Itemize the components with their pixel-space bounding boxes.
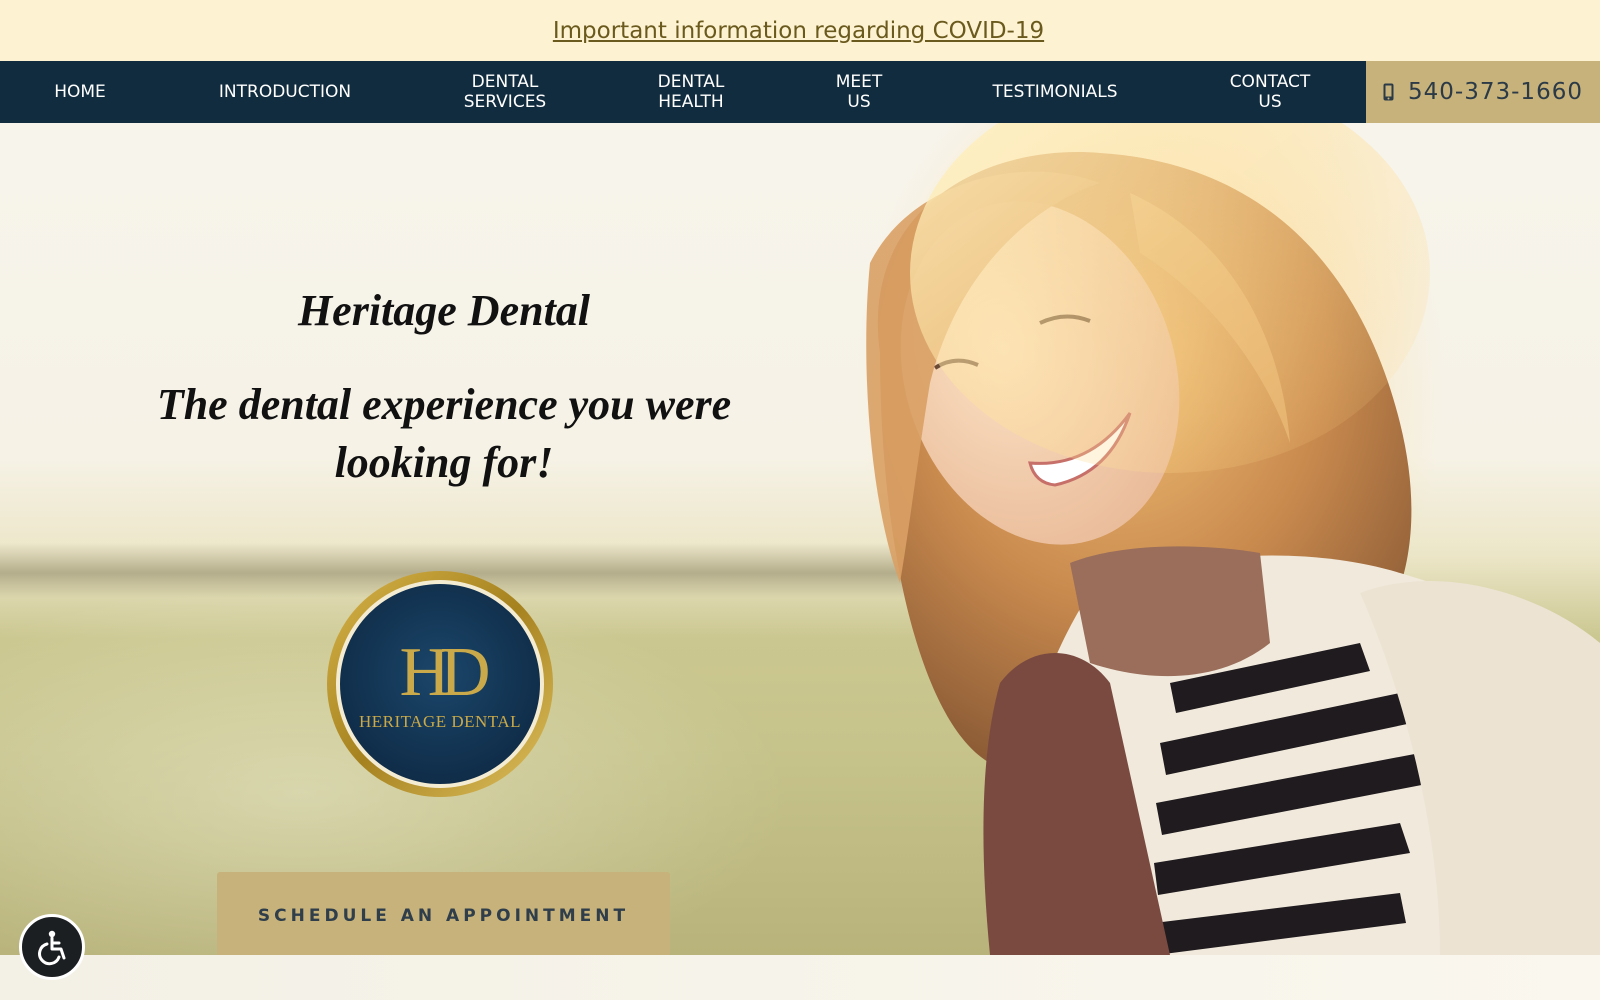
nav-item-meet-us[interactable]: MEET US: [815, 61, 903, 123]
covid-banner: Important information regarding COVID-19: [0, 0, 1600, 61]
logo-name: HERITAGE DENTAL: [359, 712, 521, 731]
covid-info-link[interactable]: Important information regarding COVID-19: [553, 18, 1044, 44]
hero-section: Heritage Dental The dental experience yo…: [0, 123, 1600, 955]
nav-item-testimonials[interactable]: TESTIMONIALS: [975, 61, 1135, 123]
mobile-phone-icon: [1383, 83, 1394, 101]
phone-link[interactable]: 540-373-1660: [1366, 61, 1600, 123]
hero-tagline: The dental experience you were looking f…: [156, 380, 732, 487]
nav-item-contact-us[interactable]: CONTACT US: [1210, 61, 1330, 123]
nav-item-dental-services[interactable]: DENTAL SERVICES: [445, 61, 565, 123]
accessibility-button[interactable]: [19, 914, 85, 980]
logo-monogram: HD: [399, 634, 488, 711]
main-nav: HOME INTRODUCTION DENTAL SERVICES DENTAL…: [0, 61, 1600, 123]
hero-title: Heritage Dental: [297, 286, 591, 335]
phone-number: 540-373-1660: [1408, 79, 1583, 105]
nav-item-home[interactable]: HOME: [40, 61, 120, 123]
wheelchair-icon: [38, 930, 66, 966]
below-hero-section: [0, 955, 1600, 1000]
nav-item-dental-health[interactable]: DENTAL HEALTH: [635, 61, 747, 123]
hero-photo: [866, 123, 1600, 955]
schedule-appointment-button[interactable]: SCHEDULE AN APPOINTMENT: [217, 872, 670, 955]
nav-item-introduction[interactable]: INTRODUCTION: [200, 61, 370, 123]
heritage-dental-logo: HD HERITAGE DENTAL: [327, 571, 553, 797]
